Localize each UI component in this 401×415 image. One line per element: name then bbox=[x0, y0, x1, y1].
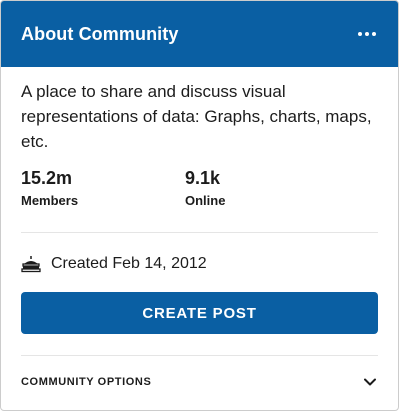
more-horizontal-icon bbox=[358, 32, 362, 36]
card-title: About Community bbox=[21, 23, 179, 44]
members-stat: 15.2m Members bbox=[21, 168, 185, 208]
chevron-down-icon bbox=[364, 378, 376, 386]
card-body: A place to share and discuss visual repr… bbox=[1, 67, 398, 408]
community-options-toggle[interactable]: COMMUNITY OPTIONS bbox=[21, 356, 378, 408]
about-community-card: About Community A place to share and dis… bbox=[0, 0, 399, 411]
community-options-label: COMMUNITY OPTIONS bbox=[21, 376, 152, 388]
more-options-button[interactable] bbox=[354, 28, 380, 40]
community-stats: 15.2m Members 9.1k Online bbox=[21, 168, 378, 208]
card-header: About Community bbox=[1, 1, 398, 67]
cake-icon bbox=[21, 256, 41, 273]
created-date-text: Created Feb 14, 2012 bbox=[51, 255, 207, 272]
online-count: 9.1k bbox=[185, 168, 221, 188]
online-stat: 9.1k Online bbox=[185, 168, 349, 208]
members-count: 15.2m bbox=[21, 168, 73, 188]
community-description: A place to share and discuss visual repr… bbox=[21, 82, 372, 151]
divider bbox=[21, 232, 378, 233]
online-label: Online bbox=[185, 193, 226, 208]
created-date-row: Created Feb 14, 2012 bbox=[21, 255, 378, 273]
members-label: Members bbox=[21, 193, 79, 208]
create-post-button[interactable]: CREATE POST bbox=[21, 292, 378, 334]
